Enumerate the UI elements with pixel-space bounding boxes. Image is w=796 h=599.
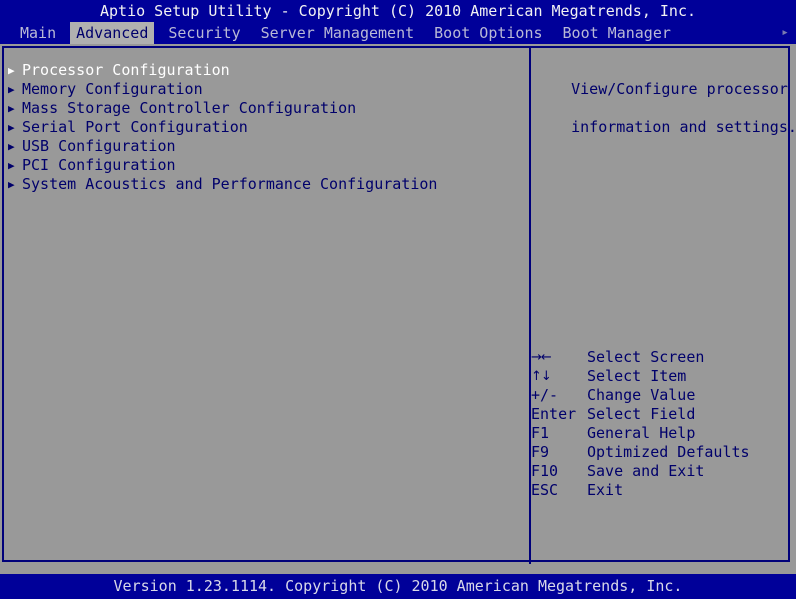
menu-item-label: Mass Storage Controller Configuration [22,99,357,117]
triangle-right-icon: ▶ [8,102,15,115]
help-line-2: information and settings. [571,118,796,136]
tab-boot-manager[interactable]: Boot Manager [557,22,677,44]
key-legend-row: F9 Optimized Defaults [531,443,786,462]
page-title: Aptio Setup Utility - Copyright (C) 2010… [0,0,796,22]
arrow-keys-icon: →← [531,350,552,365]
key-legend-key: Enter [531,405,577,423]
triangle-right-icon: ▶ [8,159,15,172]
key-legend-row: ↑↓ Select Item [531,367,786,386]
key-legend-key: +/- [531,386,559,404]
settings-menu-list: ▶ Processor Configuration ▶ Memory Configur… [6,61,521,194]
menu-item-system-acoustics-and-performance-configuration[interactable]: ▶ System Acoustics and Performance Config… [6,175,521,194]
menu-item-label: Memory Configuration [22,80,203,98]
bios-setup-screen: Aptio Setup Utility - Copyright (C) 2010… [0,0,796,599]
footer-version: Version 1.23.1114. Copyright (C) 2010 Am… [0,574,796,599]
tab-scroll-right-icon[interactable]: ▸ [778,22,792,44]
tab-security[interactable]: Security [162,22,246,44]
key-legend-key: F10 [531,462,559,480]
key-legend-key: F1 [531,424,550,442]
menu-item-label: System Acoustics and Performance Configu… [22,175,438,193]
menu-item-label: PCI Configuration [22,156,176,174]
triangle-right-icon: ▶ [8,83,15,96]
menu-item-pci-configuration[interactable]: ▶ PCI Configuration [6,156,521,175]
key-legend-row: +/- Change Value [531,386,786,405]
tab-boot-options[interactable]: Boot Options [428,22,548,44]
triangle-right-icon: ▶ [8,140,15,153]
key-legend-description: Save and Exit [587,462,705,480]
menu-item-processor-configuration[interactable]: ▶ Processor Configuration [6,61,521,80]
key-legend-description: Optimized Defaults [587,443,750,461]
key-legend-row: Enter Select Field [531,405,786,424]
key-legend-row: →← Select Screen [531,348,786,367]
key-legend-key: ESC [531,481,559,499]
key-legend-description: Select Screen [587,348,705,366]
help-line-1: View/Configure processor [571,80,788,98]
tab-server-management[interactable]: Server Management [255,22,421,44]
help-panel: View/Configure processor information and… [535,61,796,156]
key-legend-description: Exit [587,481,624,499]
menu-item-usb-configuration[interactable]: ▶ USB Configuration [6,137,521,156]
triangle-right-icon: ▶ [8,178,15,191]
key-legend: →← Select Screen ↑↓ Select Item +/- Change Va… [531,348,786,500]
menu-item-memory-configuration[interactable]: ▶ Memory Configuration [6,80,521,99]
arrow-keys-icon: ↑↓ [531,369,552,384]
key-legend-description: General Help [587,424,696,442]
menu-item-label: USB Configuration [22,137,176,155]
triangle-right-icon: ▶ [8,121,15,134]
key-legend-description: Select Field [587,405,696,423]
tab-advanced[interactable]: Advanced [70,22,155,44]
key-legend-description: Select Item [587,367,687,385]
key-legend-row: F1 General Help [531,424,786,443]
key-legend-description: Change Value [587,386,696,404]
menu-item-label: Serial Port Configuration [22,118,248,136]
tab-main[interactable]: Main [14,22,62,44]
key-legend-row: ESC Exit [531,481,786,500]
menu-item-serial-port-configuration[interactable]: ▶ Serial Port Configuration [6,118,521,137]
tab-bar: Main Advanced Security Server Management Boo… [0,22,796,44]
menu-item-label: Processor Configuration [22,61,230,79]
triangle-right-icon: ▶ [8,64,15,77]
key-legend-key: F9 [531,443,550,461]
key-legend-row: F10 Save and Exit [531,462,786,481]
menu-item-mass-storage-controller-configuration[interactable]: ▶ Mass Storage Controller Configuration [6,99,521,118]
